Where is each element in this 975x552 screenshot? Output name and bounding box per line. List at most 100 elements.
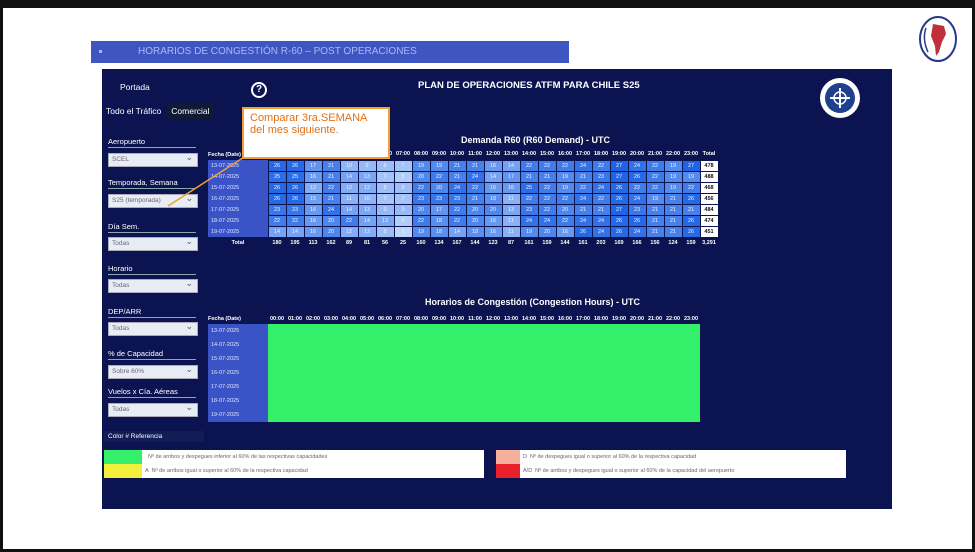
demand-cell: 24 bbox=[321, 203, 341, 216]
demand-cell: 21 bbox=[537, 170, 557, 183]
filter-capacidad-select[interactable]: Sobre 60% bbox=[108, 363, 198, 379]
demand-cell: 23 bbox=[591, 170, 611, 183]
demand-cell: 21 bbox=[321, 159, 341, 172]
congestion-cell bbox=[556, 338, 574, 352]
date-cell[interactable]: 17-07-2025 bbox=[208, 380, 268, 394]
help-icon[interactable]: ? bbox=[251, 82, 267, 98]
demand-cell: 19 bbox=[555, 181, 575, 194]
demand-cell: 26 bbox=[267, 192, 287, 205]
congestion-cell bbox=[664, 324, 682, 338]
demand-cell: 19 bbox=[429, 159, 449, 172]
legend-swatch-green bbox=[104, 450, 142, 464]
congestion-cell bbox=[574, 338, 592, 352]
congestion-cell bbox=[628, 380, 646, 394]
congestion-cell bbox=[682, 338, 700, 352]
column-total: 87 bbox=[502, 237, 520, 248]
legend-text: Nº de arribos y despegues inferior al 60… bbox=[148, 454, 328, 460]
date-cell[interactable]: 18-07-2025 bbox=[208, 215, 268, 226]
congestion-cell bbox=[412, 352, 430, 366]
demand-cell: 23 bbox=[447, 192, 467, 205]
demand-cell: 22 bbox=[591, 192, 611, 205]
hour-header: 04:00 bbox=[340, 313, 358, 324]
congestion-cell bbox=[322, 366, 340, 380]
demand-cell: 22 bbox=[537, 203, 557, 216]
column-total: 156 bbox=[646, 237, 664, 248]
hour-header: 08:00 bbox=[412, 149, 430, 160]
hour-header: 15:00 bbox=[538, 149, 556, 160]
congestion-cell bbox=[340, 366, 358, 380]
legend-code: D bbox=[523, 454, 527, 460]
congestion-cell bbox=[376, 324, 394, 338]
table-row: 19-07-2025 14 14 16 20 12 12 8 3 19 18 14 18 16 11 19 20… bbox=[208, 225, 719, 238]
legend-swatch-red bbox=[496, 464, 520, 478]
plan-title: PLAN DE OPERACIONES ATFM PARA CHILE S25 bbox=[418, 80, 640, 91]
congestion-cell bbox=[340, 352, 358, 366]
congestion-cell bbox=[412, 324, 430, 338]
congestion-cell bbox=[538, 408, 556, 422]
congestion-cell bbox=[322, 352, 340, 366]
date-cell[interactable]: 14-07-2025 bbox=[208, 338, 268, 352]
filter-vuelos-select[interactable]: Todas bbox=[108, 401, 198, 417]
demand-cell: 19 bbox=[663, 159, 683, 172]
congestion-table: Fecha (Date) 00:00 01:00 02:00 03:00 04:00 05:… bbox=[208, 313, 700, 422]
date-cell[interactable]: 19-07-2025 bbox=[208, 226, 268, 237]
congestion-cell bbox=[430, 366, 448, 380]
congestion-cell bbox=[592, 352, 610, 366]
demand-cell: 14 bbox=[501, 159, 521, 172]
demand-cell: 20 bbox=[465, 214, 485, 227]
column-total: 159 bbox=[538, 237, 556, 248]
demand-cell: 26 bbox=[627, 170, 647, 183]
column-total: 124 bbox=[664, 237, 682, 248]
table-row: 15-07-2025 26 26 12 22 12 12 8 8 22 20 24 22 16 16 25 22… bbox=[208, 181, 719, 194]
demand-cell: 19 bbox=[645, 192, 665, 205]
hour-header: 11:00 bbox=[466, 149, 484, 160]
demand-cell: 20 bbox=[465, 203, 485, 216]
congestion-cell bbox=[592, 338, 610, 352]
filter-horario-select[interactable]: Todas bbox=[108, 277, 198, 293]
date-cell[interactable]: 19-07-2025 bbox=[208, 408, 268, 422]
congestion-cell bbox=[628, 352, 646, 366]
congestion-cell bbox=[376, 366, 394, 380]
demand-cell: 24 bbox=[627, 225, 647, 238]
demand-cell: 20 bbox=[321, 225, 341, 238]
date-cell[interactable]: 18-07-2025 bbox=[208, 394, 268, 408]
filter-dep-arr-select[interactable]: Todas bbox=[108, 320, 198, 336]
demand-cell: 24 bbox=[573, 214, 593, 227]
congestion-cell bbox=[412, 394, 430, 408]
demand-cell: 10 bbox=[339, 159, 359, 172]
congestion-cell bbox=[394, 380, 412, 394]
filter-dia-sem-select[interactable]: Todas bbox=[108, 235, 198, 251]
date-cell[interactable]: 16-07-2025 bbox=[208, 366, 268, 380]
portada-link[interactable]: Portada bbox=[120, 82, 150, 92]
congestion-cell bbox=[520, 324, 538, 338]
congestion-cell bbox=[628, 394, 646, 408]
demand-cell: 18 bbox=[429, 214, 449, 227]
tab-todo-el-trafico[interactable]: Todo el Tráfico bbox=[103, 103, 164, 119]
demand-cell: 12 bbox=[357, 181, 377, 194]
demand-cell: 26 bbox=[609, 192, 629, 205]
demand-cell: 26 bbox=[285, 192, 305, 205]
congestion-cell bbox=[448, 394, 466, 408]
date-cell[interactable]: 15-07-2025 bbox=[208, 352, 268, 366]
congestion-cell bbox=[574, 380, 592, 394]
date-cell[interactable]: 13-07-2025 bbox=[208, 324, 268, 338]
hour-header: 07:00 bbox=[394, 149, 412, 160]
hour-header: 13:00 bbox=[502, 149, 520, 160]
demand-cell: 20 bbox=[555, 203, 575, 216]
demand-cell: 25 bbox=[267, 170, 287, 183]
tab-comercial[interactable]: Comercial bbox=[168, 103, 213, 119]
table-row: 15-07-2025 bbox=[208, 352, 700, 366]
legend-swatch-yellow bbox=[104, 464, 142, 478]
congestion-cell bbox=[376, 338, 394, 352]
congestion-cell bbox=[466, 338, 484, 352]
demand-cell: 23 bbox=[411, 192, 431, 205]
demand-cell: 21 bbox=[465, 159, 485, 172]
demand-cell: 12 bbox=[303, 181, 323, 194]
filter-label-dep-arr: DEP/ARR bbox=[108, 307, 196, 318]
demand-cell: 16 bbox=[483, 159, 503, 172]
demand-cell: 21 bbox=[663, 214, 683, 227]
congestion-cell bbox=[592, 380, 610, 394]
congestion-cell bbox=[358, 408, 376, 422]
column-total: 167 bbox=[448, 237, 466, 248]
filter-label-capacidad: % de Capacidad bbox=[108, 349, 196, 360]
